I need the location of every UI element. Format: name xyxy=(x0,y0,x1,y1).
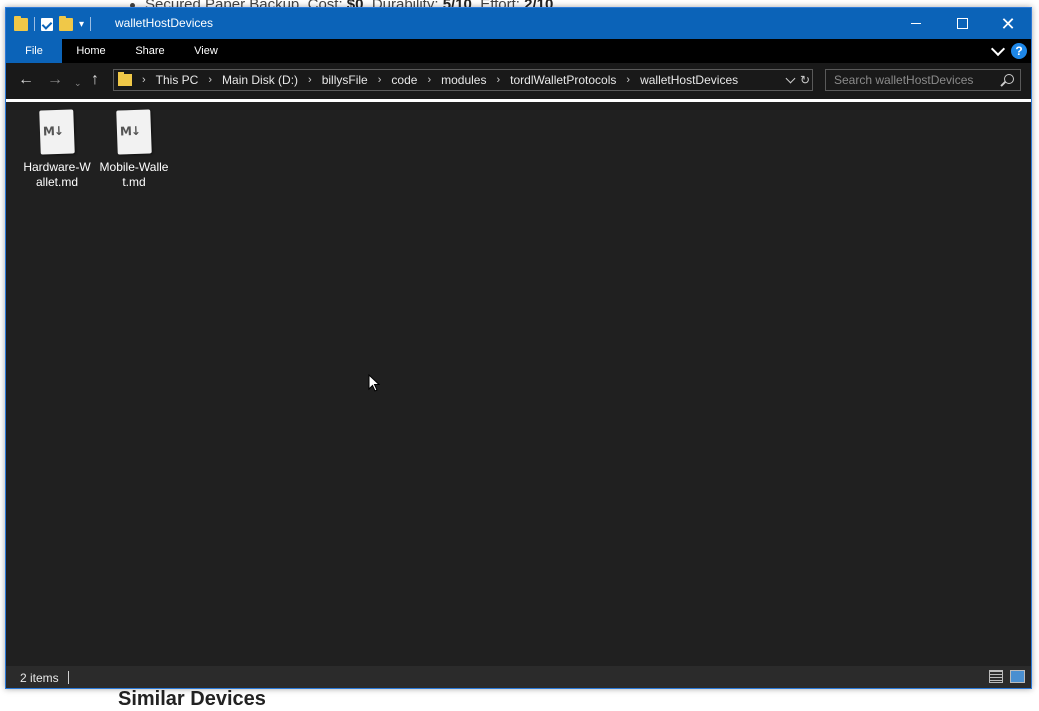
help-icon[interactable]: ? xyxy=(1011,43,1027,59)
markdown-file-icon: M↓ xyxy=(39,109,75,155)
file-name: Mobile-Wallet.md xyxy=(99,160,169,189)
expand-ribbon-chevron-icon[interactable] xyxy=(990,41,1006,57)
breadcrumb-billysfile[interactable]: billysFile xyxy=(322,73,368,87)
qat-divider xyxy=(34,17,35,31)
window-title: walletHostDevices xyxy=(115,16,214,30)
address-actions: ↻ xyxy=(785,70,810,90)
close-button[interactable]: ✕ xyxy=(985,8,1031,39)
search-placeholder: Search walletHostDevices xyxy=(834,73,974,87)
minimize-icon xyxy=(911,23,921,24)
close-icon: ✕ xyxy=(1000,13,1016,34)
markdown-file-icon: M↓ xyxy=(116,109,152,155)
explorer-window: ▾ walletHostDevices ✕ File Home Share Vi… xyxy=(5,7,1032,689)
breadcrumb-separator-icon[interactable]: › xyxy=(496,74,500,86)
large-icons-view-icon[interactable] xyxy=(1010,670,1025,683)
refresh-icon[interactable]: ↻ xyxy=(800,73,810,87)
maximize-icon xyxy=(956,18,968,29)
breadcrumb-code[interactable]: code xyxy=(391,73,417,87)
tab-share[interactable]: Share xyxy=(126,39,174,63)
tab-home[interactable]: Home xyxy=(66,39,116,63)
up-arrow-icon[interactable]: ↑ xyxy=(91,72,99,88)
details-view-icon[interactable] xyxy=(989,670,1003,683)
minimize-button[interactable] xyxy=(893,8,939,39)
folder-icon xyxy=(118,72,132,86)
quick-access-toolbar: ▾ xyxy=(14,14,92,34)
file-item[interactable]: M↓ Mobile-Wallet.md xyxy=(98,109,170,190)
breadcrumb-separator-icon[interactable]: › xyxy=(208,74,212,86)
breadcrumb-this-pc[interactable]: This PC xyxy=(156,73,199,87)
folder-icon[interactable] xyxy=(14,15,28,31)
customize-qat-chevron-icon[interactable]: ▾ xyxy=(79,19,84,30)
status-divider xyxy=(68,671,69,684)
tab-view[interactable]: View xyxy=(184,39,228,63)
address-history-chevron-icon[interactable] xyxy=(785,73,796,84)
breadcrumb-separator-icon[interactable]: › xyxy=(142,74,146,86)
navigation-bar: ← → ⌄ ↑ › This PC › Main Disk (D:) › bil… xyxy=(6,63,1031,99)
qat-divider xyxy=(90,17,92,31)
tab-file[interactable]: File xyxy=(6,39,62,63)
breadcrumb-tordlwalletprotocols[interactable]: tordlWalletProtocols xyxy=(510,73,616,87)
item-count: 2 items xyxy=(20,671,59,685)
new-folder-icon[interactable] xyxy=(59,15,73,31)
status-bar: 2 items xyxy=(6,666,1031,688)
maximize-button[interactable] xyxy=(939,8,985,39)
properties-icon[interactable] xyxy=(41,17,53,31)
file-name: Hardware-Wallet.md xyxy=(23,160,91,189)
back-arrow-icon[interactable]: ← xyxy=(18,72,34,88)
forward-arrow-icon[interactable]: → xyxy=(47,72,63,88)
breadcrumb-separator-icon[interactable]: › xyxy=(427,74,431,86)
breadcrumb-main-disk[interactable]: Main Disk (D:) xyxy=(222,73,298,87)
recent-locations-chevron-icon[interactable]: ⌄ xyxy=(74,75,82,91)
file-list-pane[interactable]: M↓ Hardware-Wallet.md M↓ Mobile-Wallet.m… xyxy=(6,102,1031,666)
breadcrumb-separator-icon[interactable]: › xyxy=(378,74,382,86)
breadcrumb-separator-icon[interactable]: › xyxy=(626,74,630,86)
file-item[interactable]: M↓ Hardware-Wallet.md xyxy=(21,109,93,190)
ribbon-tabs: File Home Share View ? xyxy=(6,39,1031,63)
breadcrumb-modules[interactable]: modules xyxy=(441,73,486,87)
search-input[interactable]: Search walletHostDevices xyxy=(825,69,1021,91)
title-bar[interactable]: ▾ walletHostDevices ✕ xyxy=(6,8,1031,39)
breadcrumb-wallethostdevices[interactable]: walletHostDevices xyxy=(640,73,738,87)
address-bar[interactable]: › This PC › Main Disk (D:) › billysFile … xyxy=(113,69,813,91)
search-icon[interactable] xyxy=(1004,74,1014,84)
breadcrumb-separator-icon[interactable]: › xyxy=(308,74,312,86)
